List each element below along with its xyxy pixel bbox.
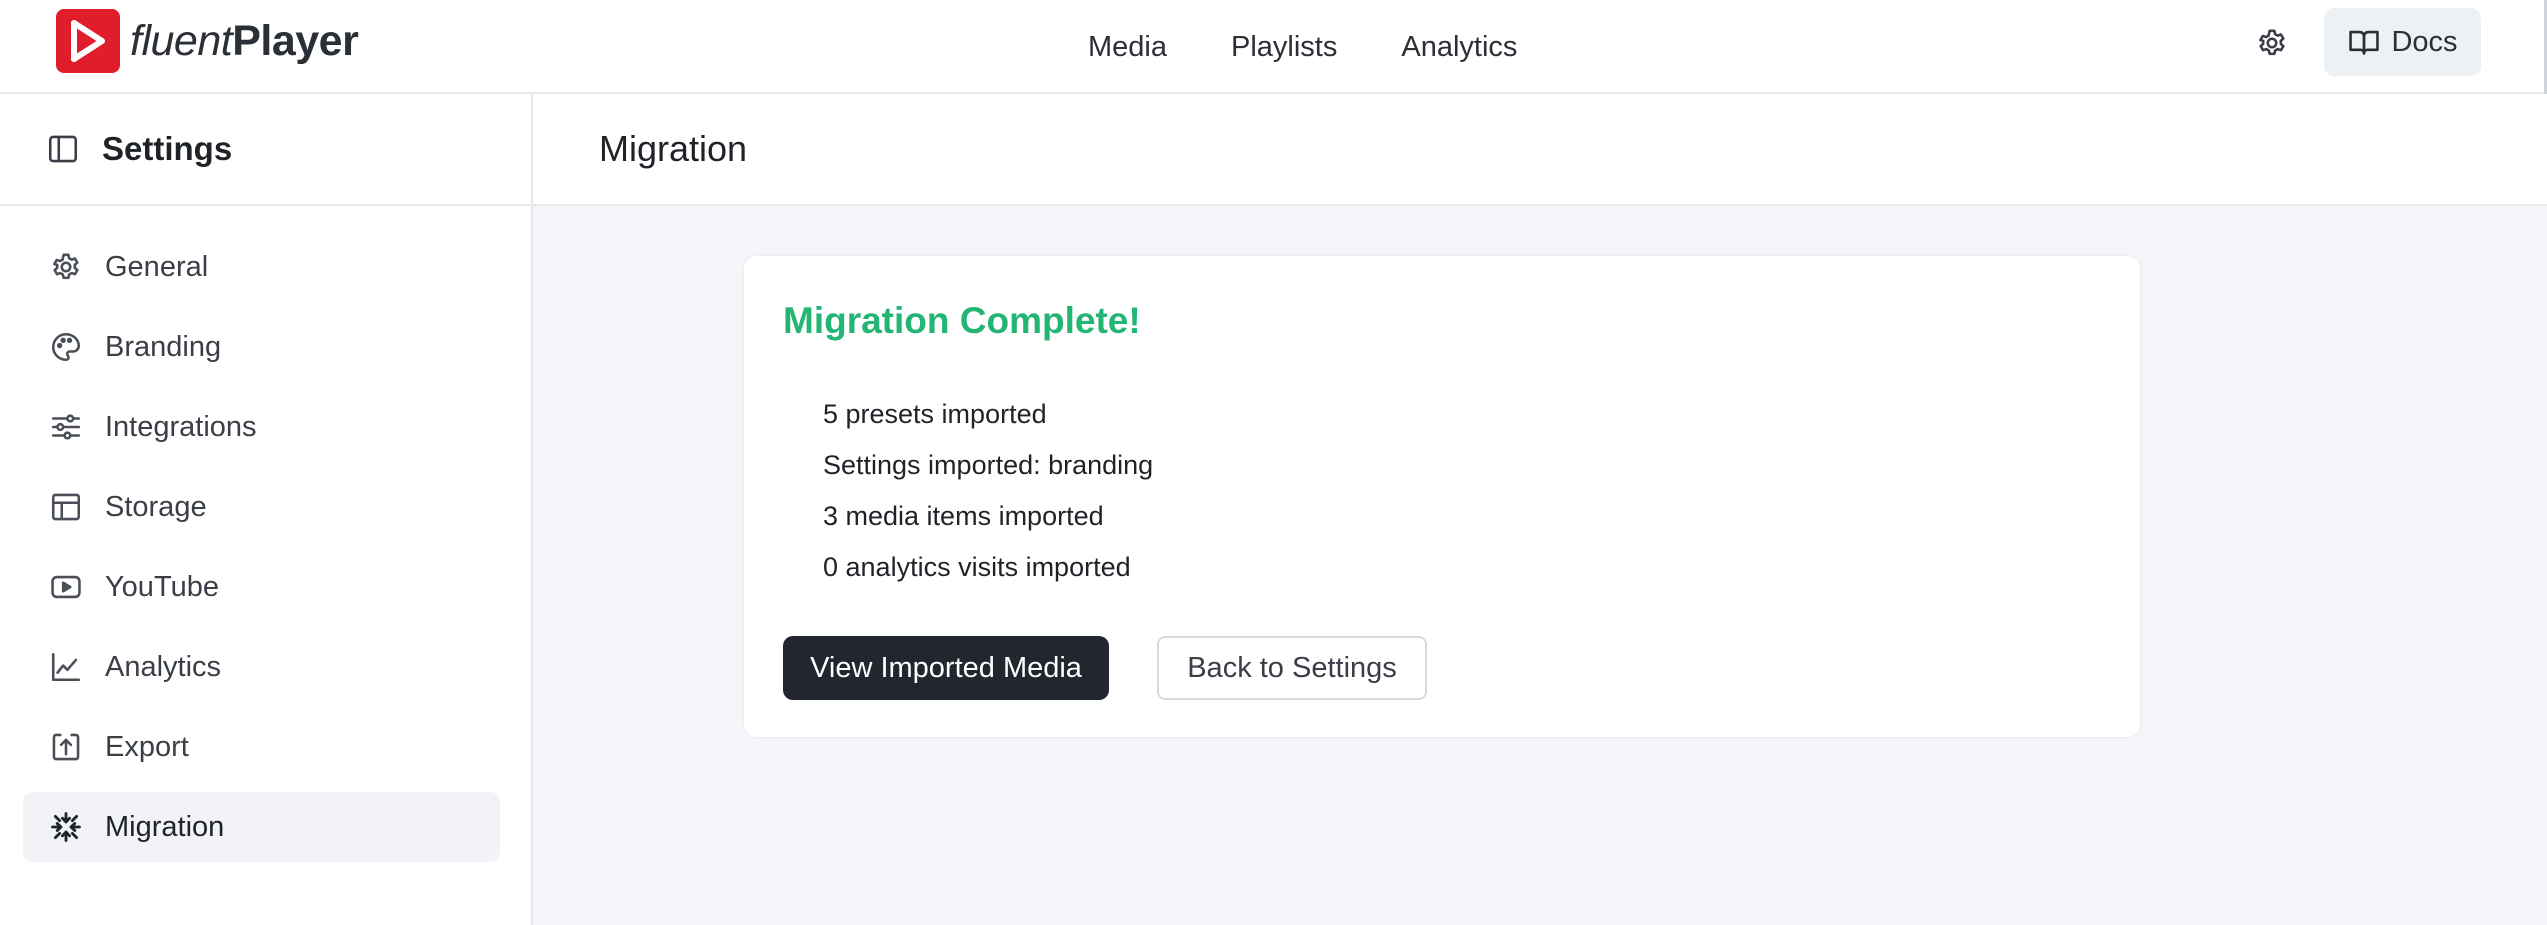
migration-results-list: 5 presets imported Settings imported: br… [823, 396, 1153, 600]
sidebar-item-label: Migration [105, 810, 225, 843]
page-title: Migration [599, 128, 748, 169]
sidebar-item-export[interactable]: Export [23, 712, 500, 782]
sidebar-title: Settings [102, 130, 233, 167]
top-nav-playlists[interactable]: Playlists [1231, 31, 1337, 64]
sidebar-item-branding[interactable]: Branding [23, 312, 500, 382]
docs-label: Docs [2391, 25, 2458, 58]
gear-icon [53, 253, 79, 280]
arrows-in-icon [51, 812, 81, 842]
migration-result-card: Migration Complete! 5 presets imported S… [743, 255, 2141, 738]
sliders-icon [51, 414, 81, 440]
brand-name: fluentPlayer [130, 16, 359, 65]
brand[interactable]: fluentPlayer [56, 9, 359, 73]
sidebar-header: Settings [0, 94, 531, 206]
sidebar-item-general[interactable]: General [23, 232, 500, 302]
palette-icon [51, 332, 81, 362]
migration-status-title: Migration Complete! [783, 300, 1141, 341]
list-item: 0 analytics visits imported [823, 552, 1131, 582]
chart-line-icon [51, 652, 81, 682]
sidebar-item-storage[interactable]: Storage [23, 472, 500, 542]
settings-button[interactable] [2250, 21, 2294, 65]
list-item: 3 media items imported [823, 501, 1104, 531]
back-to-settings-button[interactable]: Back to Settings [1157, 636, 1427, 700]
sidebar-item-label: YouTube [105, 570, 219, 603]
top-nav: Media Playlists Analytics [1088, 0, 1517, 94]
youtube-icon [51, 575, 81, 599]
top-bar: fluentPlayer Media Playlists Analytics D… [0, 0, 2547, 94]
brand-name-bold: Player [232, 16, 359, 65]
list-item: Settings imported: branding [823, 450, 1154, 480]
sidebar-item-migration[interactable]: Migration [23, 792, 500, 862]
top-nav-media[interactable]: Media [1088, 31, 1167, 64]
settings-nav: General Branding Integrations Storage Yo… [23, 232, 500, 872]
export-icon [52, 733, 80, 761]
view-imported-media-button[interactable]: View Imported Media [783, 636, 1109, 700]
top-nav-analytics[interactable]: Analytics [1401, 31, 1517, 64]
book-open-icon [2349, 30, 2380, 55]
settings-sidebar: Settings General Branding Integrations S… [0, 94, 533, 925]
play-logo-icon [56, 9, 120, 73]
brand-name-light: fluent [130, 16, 233, 65]
gear-icon [2259, 29, 2285, 56]
sidebar-item-youtube[interactable]: YouTube [23, 552, 500, 622]
sidebar-item-label: Integrations [105, 410, 257, 443]
docs-button[interactable]: Docs [2324, 8, 2481, 76]
sidebar-item-integrations[interactable]: Integrations [23, 392, 500, 462]
page-header: Migration [533, 94, 2547, 206]
layout-icon [51, 493, 81, 521]
list-item: 5 presets imported [823, 399, 1047, 429]
sidebar-item-analytics[interactable]: Analytics [23, 632, 500, 702]
sidebar-item-label: Export [105, 730, 189, 763]
sidebar-item-label: General [105, 250, 209, 283]
sidebar-item-label: Analytics [105, 650, 222, 683]
sidebar-panel-icon[interactable] [46, 132, 80, 166]
sidebar-item-label: Storage [105, 490, 207, 523]
sidebar-item-label: Branding [105, 330, 222, 363]
